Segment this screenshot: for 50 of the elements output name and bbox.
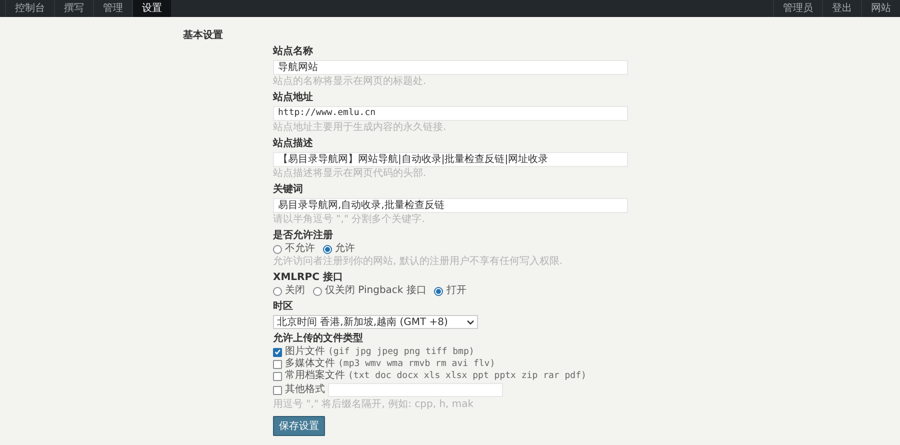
field-label: 时区	[273, 301, 293, 313]
nav-tab[interactable]: 撰写	[54, 0, 93, 17]
help-text: 站点地址主要用于生成内容的永久链接.	[273, 122, 446, 134]
field-label: 站点描述	[273, 138, 313, 150]
text-field[interactable]	[328, 383, 503, 397]
checkbox[interactable]	[273, 360, 282, 368]
field-label: 站点名称	[273, 46, 313, 58]
checkbox[interactable]	[273, 372, 282, 380]
radio-button[interactable]	[434, 286, 444, 296]
file-types: (mp3 wmv wma rmvb rm avi flv)	[338, 358, 496, 370]
radio-label: 打开	[446, 285, 466, 297]
checkbox-label: 多媒体文件	[285, 358, 335, 370]
checkbox[interactable]	[273, 386, 282, 394]
text-field[interactable]: 导航网站	[273, 60, 628, 75]
field-label: 允许上传的文件类型	[273, 333, 363, 345]
field-label: 关键词	[273, 184, 303, 196]
nav-tab[interactable]: 控制台	[5, 0, 54, 17]
file-types: (txt doc docx xls xlsx ppt pptx zip rar pdf)	[348, 370, 586, 382]
text-field[interactable]: 易目录导航网,自动收录,批量检查反链	[273, 198, 628, 213]
file-types: (gif jpg jpeg png tiff bmp)	[328, 346, 474, 358]
radio-label: 不允许	[285, 243, 315, 255]
radio-label: 关闭	[285, 285, 305, 297]
timezone-select[interactable]: 北京时间 香港,新加坡,越南 (GMT +8)	[273, 315, 478, 329]
text-field[interactable]: 【易目录导航网】网站导航|自动收录|批量检查反链|网址收录	[273, 152, 628, 167]
caret-icon	[467, 320, 474, 324]
help-text: 请以半角逗号 "," 分割多个关键字.	[273, 214, 425, 226]
radio-label: 仅关闭 Pingback 接口	[325, 285, 426, 297]
page-title: 基本设置	[183, 28, 223, 42]
field-label: 是否允许注册	[273, 230, 333, 242]
radio-button[interactable]	[273, 244, 282, 254]
field-label: XMLRPC 接口	[273, 272, 343, 284]
help-text: 站点描述将显示在网页代码的头部.	[273, 168, 426, 180]
checkbox-label: 图片文件	[285, 346, 325, 358]
checkbox-label: 其他格式	[285, 384, 325, 396]
text-field[interactable]: http://www.emlu.cn	[273, 106, 628, 121]
nav-tab[interactable]: 设置	[132, 0, 171, 17]
radio-button[interactable]	[273, 286, 282, 296]
field-label: 站点地址	[273, 92, 313, 104]
help-text: 用逗号 "," 将后缀名隔开, 例如: cpp, h, mak	[273, 399, 474, 411]
save-button[interactable]: 保存设置	[273, 416, 325, 436]
help-text: 站点的名称将显示在网页的标题处.	[273, 76, 426, 88]
radio-button[interactable]	[323, 244, 332, 254]
nav-link[interactable]: 网站	[861, 0, 900, 17]
nav-link[interactable]: 管理员	[773, 0, 822, 17]
radio-label: 允许	[335, 243, 355, 255]
help-text: 允许访问者注册到你的网站, 默认的注册用户不享有任何写入权限.	[273, 256, 563, 268]
radio-button[interactable]	[313, 286, 322, 296]
checkbox-label: 常用档案文件	[285, 370, 345, 382]
checkbox[interactable]	[273, 348, 282, 356]
nav-link[interactable]: 登出	[822, 0, 861, 17]
